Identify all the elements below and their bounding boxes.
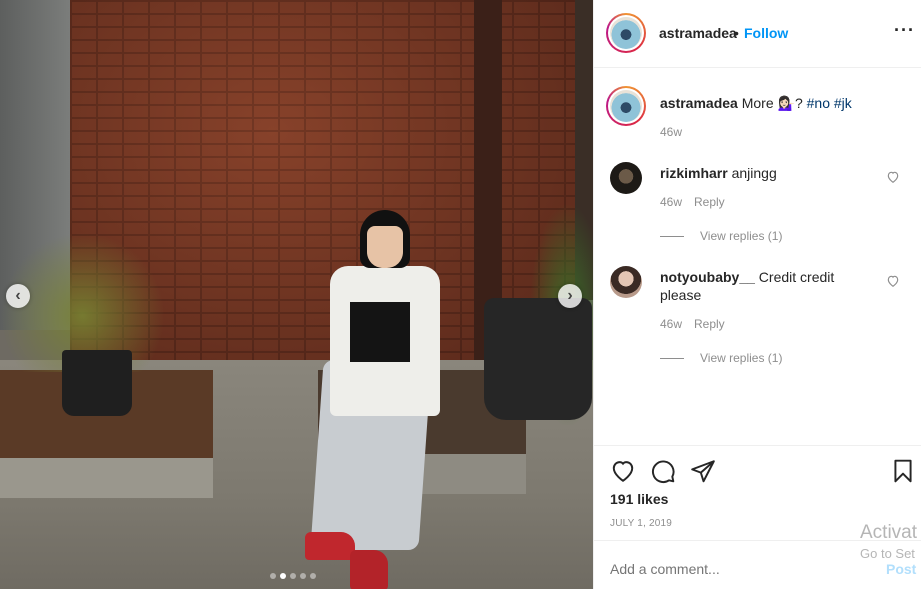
caption-avatar[interactable] [606,86,646,126]
caption-time: 46w [660,125,683,139]
comment-username[interactable]: rizkimharr [660,165,728,181]
carousel-dots [270,573,316,579]
carousel-prev-button[interactable]: ‹ [6,284,30,308]
post-actions: 191 likes JULY 1, 2019 [594,445,921,540]
comment-username[interactable]: notyoubaby__ [660,269,755,285]
reply-button[interactable]: Reply [694,195,725,209]
carousel-dot [300,573,306,579]
comment: notyoubaby__ Credit credit please [660,268,870,304]
header-username[interactable]: astramadea [659,25,737,41]
comment-icon[interactable] [650,458,676,484]
view-replies-button[interactable]: View replies (1) [660,351,782,365]
post-side-panel: astramadea • Follow ··· astramadea More … [593,0,921,589]
view-replies-label: View replies (1) [700,351,783,365]
comment-heart-icon[interactable] [886,274,900,288]
comment: rizkimharr anjingg [660,164,860,182]
comment-avatar[interactable] [610,162,642,194]
carousel-dot [280,573,286,579]
caption-text-before: More [741,95,778,111]
post-photo[interactable]: ‹ › [0,0,593,589]
add-comment-bar: Post [594,540,921,589]
add-comment-input[interactable] [610,561,840,577]
hashtag-link[interactable]: #no [807,95,830,111]
heart-icon[interactable] [610,458,636,484]
comment-time: 46w [660,317,683,331]
likes-count[interactable]: 191 likes [610,491,668,507]
comment-heart-icon[interactable] [886,170,900,184]
carousel-dot [310,573,316,579]
photo-pot-left [62,350,132,416]
post-header: astramadea • Follow ··· [594,0,921,68]
post-date: JULY 1, 2019 [610,518,673,529]
carousel-dot [270,573,276,579]
view-replies-label: View replies (1) [700,229,783,243]
comment-time: 46w [660,195,683,209]
view-replies-button[interactable]: View replies (1) [660,229,782,243]
hashtag-link[interactable]: #jk [834,95,852,111]
header-separator: • [734,25,739,41]
more-options-icon[interactable]: ··· [894,20,915,41]
photo-person [305,210,465,589]
caption-text-after: ? [794,95,807,111]
bookmark-icon[interactable] [890,458,916,484]
caption-emoji: 💁🏻‍♀️ [777,95,795,111]
post-comment-button[interactable]: Post [886,561,916,577]
share-icon[interactable] [690,458,716,484]
carousel-next-button[interactable]: › [558,284,582,308]
follow-button[interactable]: Follow [744,25,788,41]
reply-button[interactable]: Reply [694,317,725,331]
carousel-dot [290,573,296,579]
comment-text: anjingg [731,165,777,181]
caption: astramadea More 💁🏻‍♀️? #no #jk [660,94,910,112]
photo-pot-right [484,298,592,420]
avatar[interactable] [606,13,646,53]
comment-avatar[interactable] [610,266,642,298]
caption-username[interactable]: astramadea [660,95,738,111]
